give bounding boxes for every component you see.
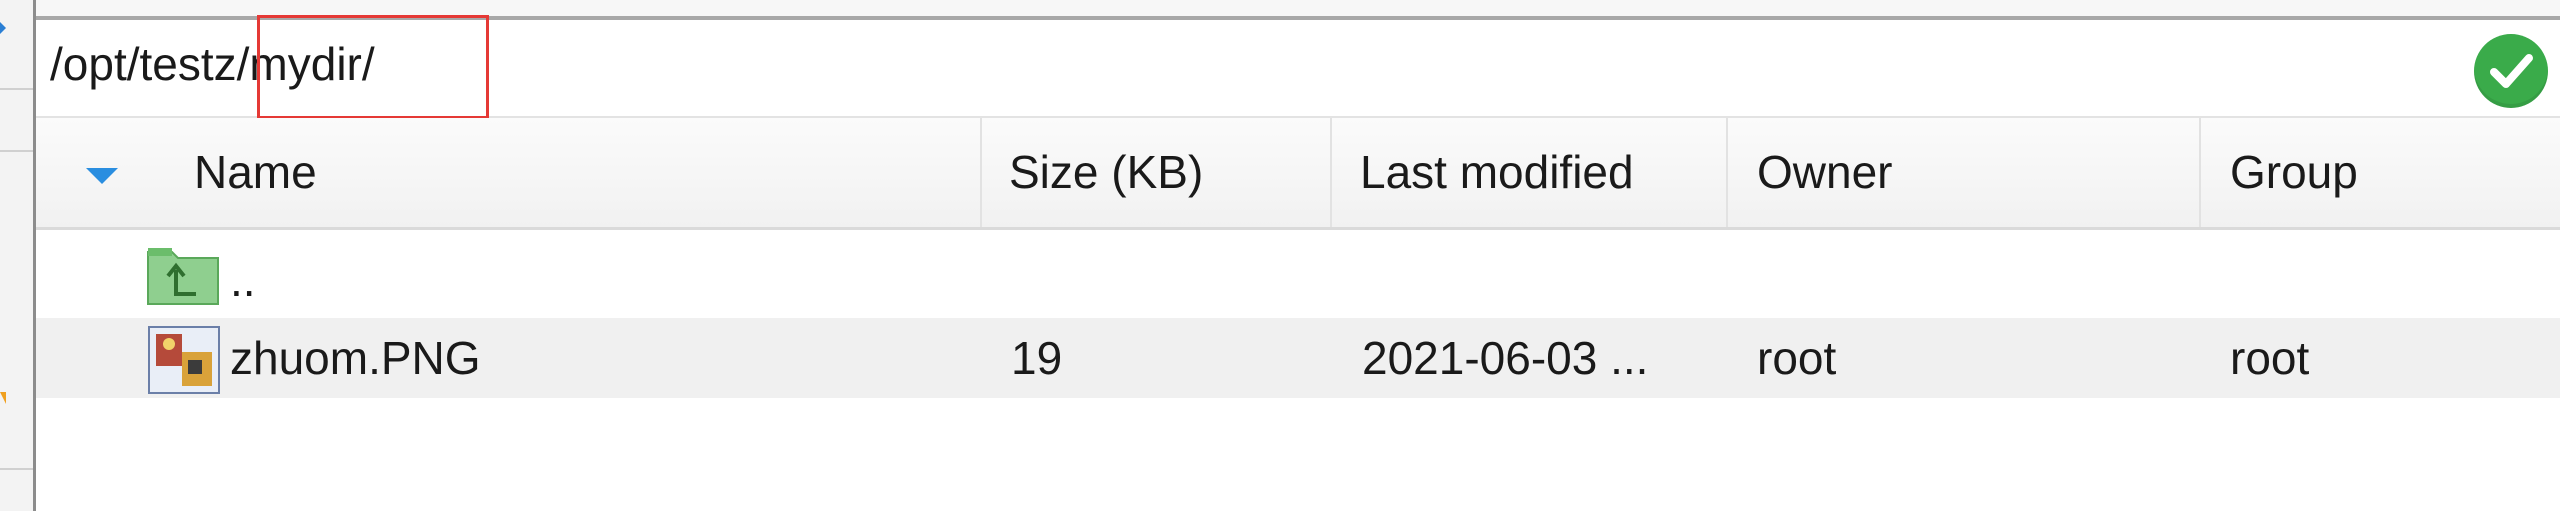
expand-arrow-icon[interactable] xyxy=(0,22,6,34)
image-file-icon xyxy=(148,326,220,394)
column-header-size[interactable]: Size (KB) xyxy=(1009,118,1203,227)
file-name: zhuom.PNG xyxy=(230,332,481,384)
panel-top-border xyxy=(36,0,2560,20)
list-item-file[interactable]: zhuom.PNG 19 2021-06-03 ... root root xyxy=(36,318,2560,398)
file-browser-window: Name Size (KB) Last modified Owner Group… xyxy=(0,0,2560,511)
file-group: root xyxy=(2230,332,2310,384)
column-divider[interactable] xyxy=(980,118,982,227)
column-divider[interactable] xyxy=(1330,118,1332,227)
divider xyxy=(0,468,33,470)
file-modified: 2021-06-03 ... xyxy=(1362,332,1649,384)
left-panel-edge xyxy=(0,0,36,511)
column-header-modified[interactable]: Last modified xyxy=(1360,118,1634,227)
folder-up-icon xyxy=(146,244,220,306)
file-owner: root xyxy=(1757,332,1837,384)
column-header-name[interactable]: Name xyxy=(194,118,317,227)
column-header-row: Name Size (KB) Last modified Owner Group xyxy=(36,118,2560,230)
file-size: 19 xyxy=(1011,332,1063,384)
column-header-owner[interactable]: Owner xyxy=(1757,118,1892,227)
column-divider[interactable] xyxy=(2199,118,2201,227)
remote-file-panel: Name Size (KB) Last modified Owner Group… xyxy=(36,0,2560,511)
path-input[interactable] xyxy=(50,36,2250,92)
path-bar xyxy=(36,15,2560,119)
column-divider[interactable] xyxy=(1726,118,1728,227)
column-header-group[interactable]: Group xyxy=(2230,118,2358,227)
file-name: .. xyxy=(230,254,256,306)
divider xyxy=(0,88,33,90)
divider xyxy=(0,150,33,152)
check-circle-icon[interactable] xyxy=(2474,34,2548,108)
folder-marker-icon xyxy=(0,392,6,404)
sort-descending-icon[interactable] xyxy=(86,168,118,184)
list-item-parent-dir[interactable]: .. xyxy=(36,236,2560,316)
